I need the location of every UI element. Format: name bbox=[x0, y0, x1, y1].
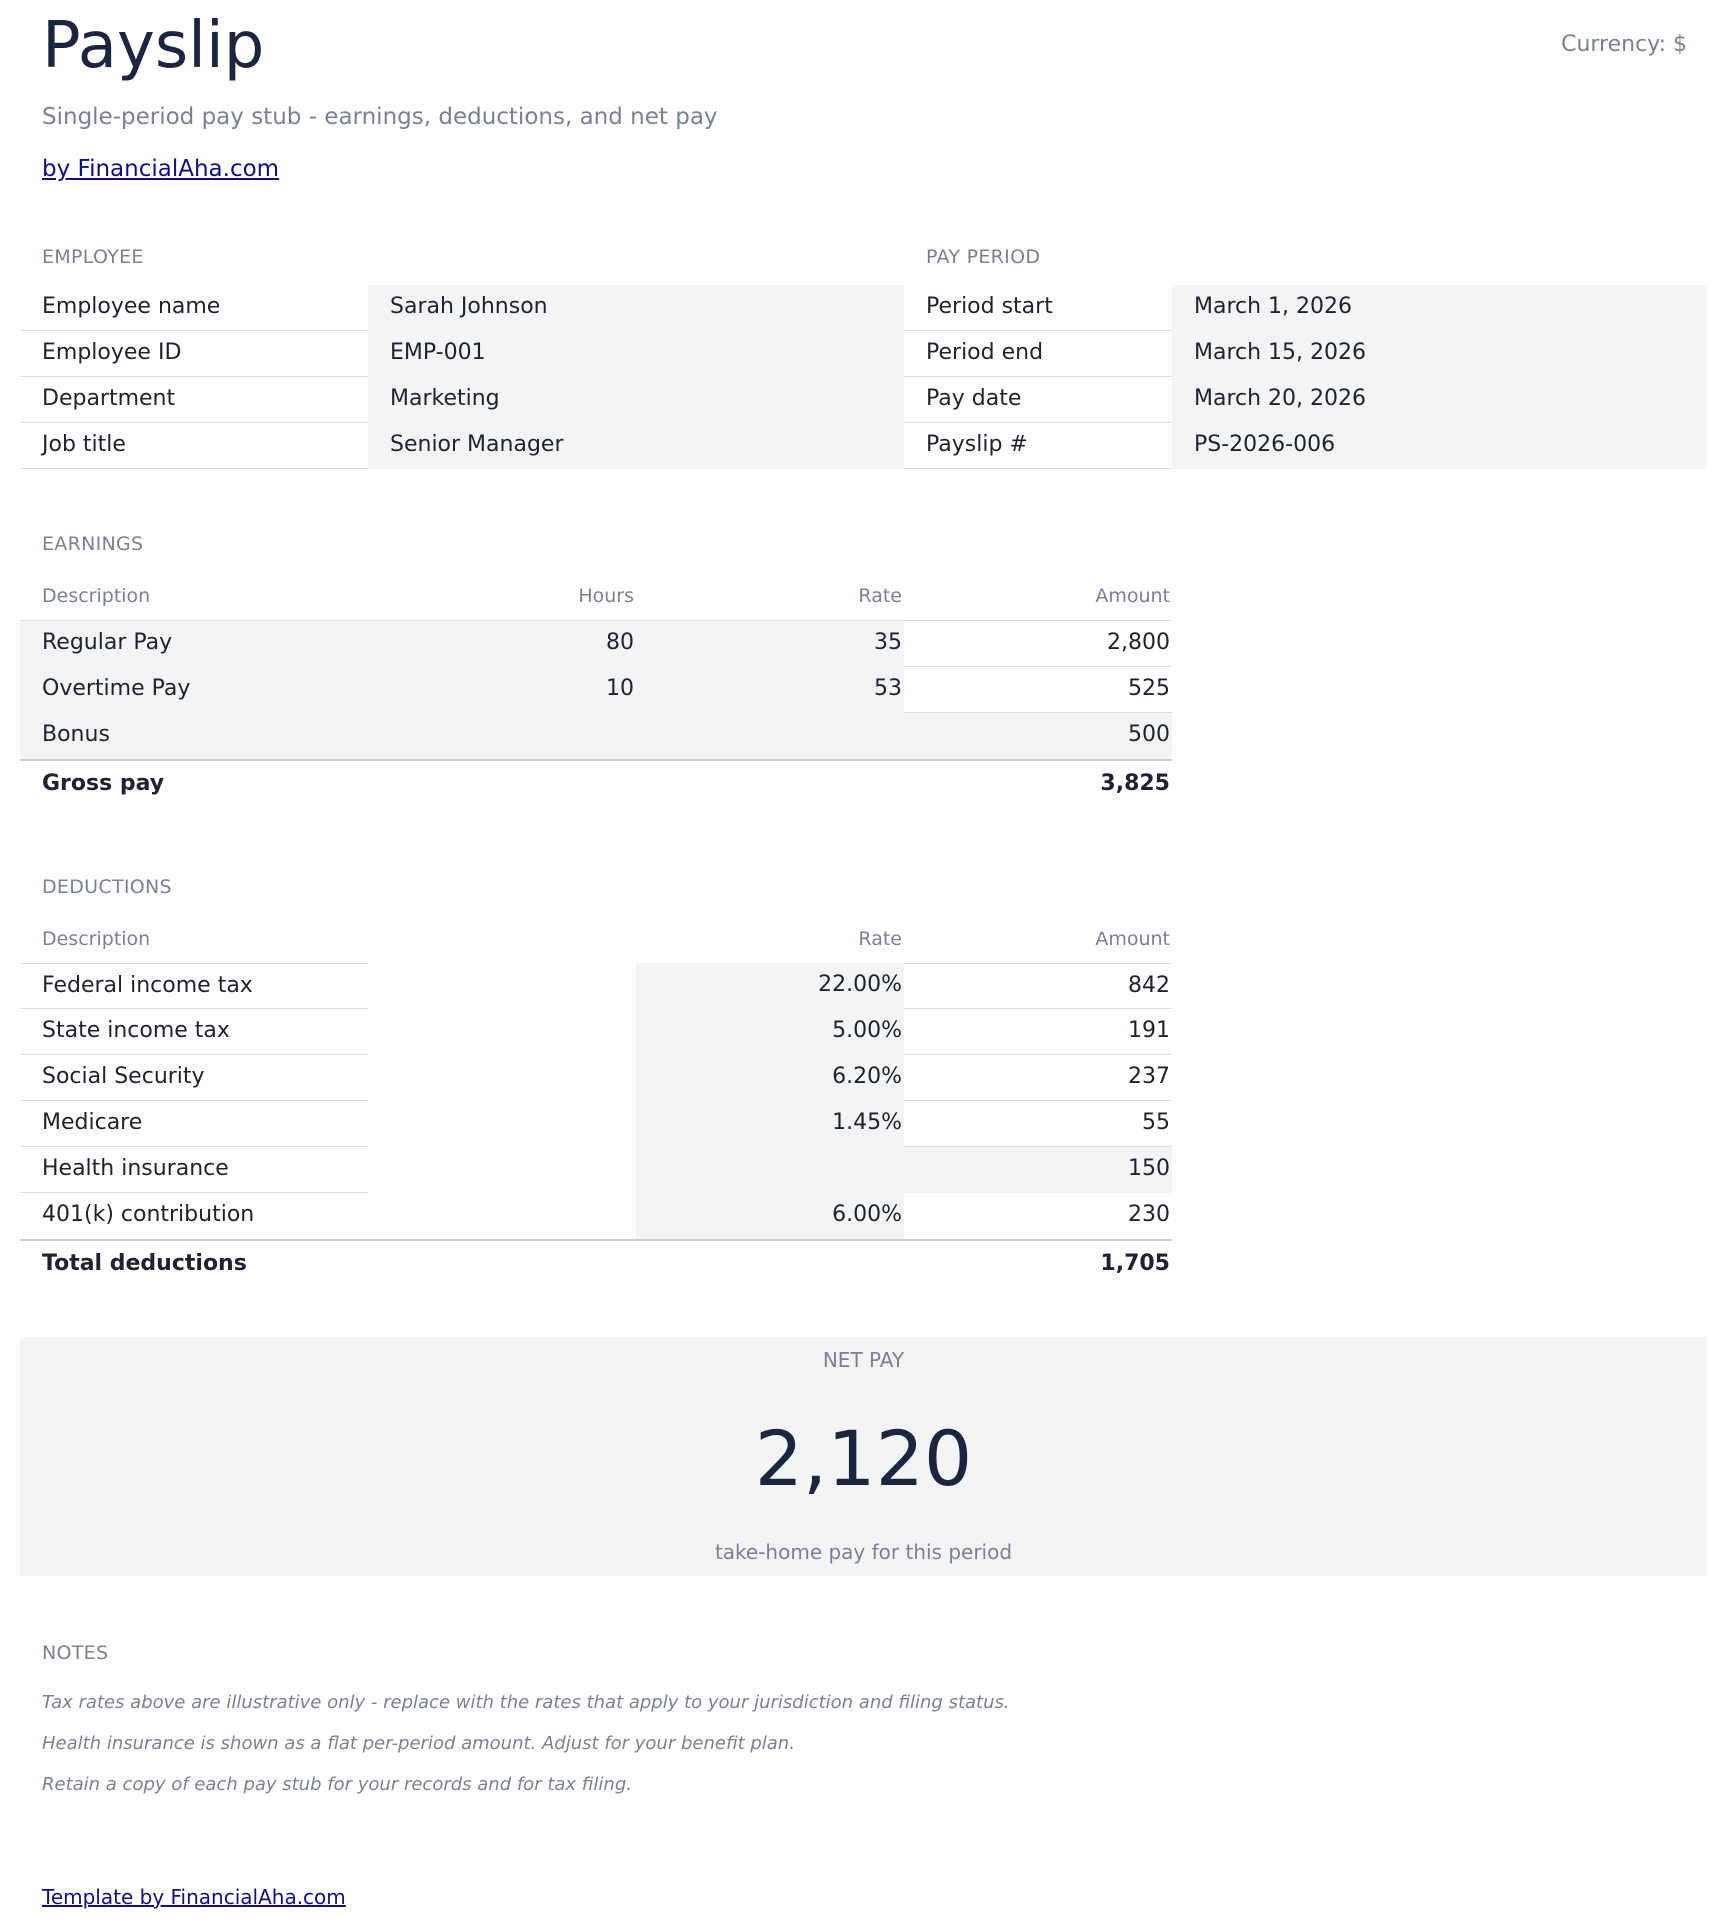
footer-template-link[interactable]: Template by FinancialAha.com bbox=[42, 1885, 346, 1909]
deductions-row-description: Health insurance bbox=[20, 1147, 368, 1193]
employee-row: Employee ID EMP-001 bbox=[20, 331, 904, 377]
total-deductions-label: Total deductions bbox=[42, 1251, 247, 1276]
deductions-header-amount: Amount bbox=[1095, 928, 1170, 950]
earnings-section-label: EARNINGS bbox=[42, 533, 144, 555]
deductions-row-amount: 55 bbox=[904, 1101, 1172, 1147]
deductions-row-rate[interactable]: 1.45% bbox=[636, 1101, 904, 1147]
pay-period-row-value[interactable]: March 20, 2026 bbox=[1172, 377, 1707, 423]
earnings-total-divider bbox=[20, 759, 1172, 761]
deductions-row-description: Social Security bbox=[20, 1055, 368, 1101]
employee-row-value[interactable]: Senior Manager bbox=[368, 423, 904, 469]
net-pay-value: 2,120 bbox=[754, 1414, 973, 1503]
deductions-row-rate[interactable]: 6.20% bbox=[636, 1055, 904, 1101]
pay-period-row-value[interactable]: March 15, 2026 bbox=[1172, 331, 1707, 377]
earnings-row-description[interactable]: Regular Pay bbox=[42, 621, 172, 667]
deductions-row-amount: 842 bbox=[904, 963, 1172, 1009]
currency-label: Currency: $ bbox=[1561, 32, 1687, 57]
deductions-header-description: Description bbox=[42, 928, 151, 950]
earnings-row-amount: 525 bbox=[904, 667, 1172, 713]
employee-row: Employee name Sarah Johnson bbox=[20, 285, 904, 331]
deductions-row-amount: 237 bbox=[904, 1055, 1172, 1101]
note-item: Tax rates above are illustrative only - … bbox=[42, 1692, 1010, 1713]
earnings-row-amount: 2,800 bbox=[904, 621, 1172, 667]
earnings-header-description: Description bbox=[42, 585, 151, 607]
deductions-row-rate[interactable]: 22.00% bbox=[636, 963, 904, 1009]
deductions-row-description: Medicare bbox=[20, 1101, 368, 1147]
page-title: Payslip bbox=[42, 9, 265, 83]
pay-period-row-value[interactable]: March 1, 2026 bbox=[1172, 285, 1707, 331]
deductions-row-rate[interactable] bbox=[636, 1147, 904, 1193]
net-pay-caption: take-home pay for this period bbox=[714, 1540, 1013, 1564]
earnings-row-hours[interactable] bbox=[368, 713, 634, 759]
earnings-row-description[interactable]: Overtime Pay bbox=[42, 667, 190, 713]
deductions-row-rate[interactable]: 6.00% bbox=[636, 1193, 904, 1239]
pay-period-row-key: Period end bbox=[904, 331, 1172, 377]
earnings-row-hours[interactable]: 80 bbox=[368, 621, 634, 667]
total-deductions-value: 1,705 bbox=[1100, 1251, 1170, 1276]
pay-period-row-key: Payslip # bbox=[904, 423, 1172, 469]
employee-row-value[interactable]: EMP-001 bbox=[368, 331, 904, 377]
pay-period-row-value[interactable]: PS-2026-006 bbox=[1172, 423, 1707, 469]
deductions-total-divider bbox=[20, 1239, 1172, 1241]
gross-pay-label: Gross pay bbox=[42, 771, 165, 796]
employee-row-key: Employee ID bbox=[20, 331, 368, 377]
deductions-row-description: State income tax bbox=[20, 1009, 368, 1055]
earnings-row-hours[interactable]: 10 bbox=[368, 667, 634, 713]
deductions-row-amount: 191 bbox=[904, 1009, 1172, 1055]
pay-period-row: Payslip # PS-2026-006 bbox=[904, 423, 1707, 469]
employee-row-key: Department bbox=[20, 377, 368, 423]
pay-period-section-label: PAY PERIOD bbox=[926, 246, 1041, 268]
notes-section-label: NOTES bbox=[42, 1642, 109, 1664]
net-pay-label: NET PAY bbox=[822, 1348, 905, 1372]
page-subtitle: Single-period pay stub - earnings, deduc… bbox=[42, 104, 718, 130]
employee-row-key: Employee name bbox=[20, 285, 368, 331]
earnings-row-rate[interactable]: 53 bbox=[636, 667, 902, 713]
pay-period-row: Period start March 1, 2026 bbox=[904, 285, 1707, 331]
deductions-section-label: DEDUCTIONS bbox=[42, 876, 172, 898]
gross-pay-value: 3,825 bbox=[1100, 771, 1170, 796]
earnings-row-description[interactable]: Bonus bbox=[42, 713, 110, 759]
deductions-row-rate[interactable]: 5.00% bbox=[636, 1009, 904, 1055]
deductions-row-amount: 230 bbox=[1128, 1202, 1170, 1227]
pay-period-row-key: Pay date bbox=[904, 377, 1172, 423]
employee-row-key: Job title bbox=[20, 423, 368, 469]
note-item: Health insurance is shown as a flat per-… bbox=[42, 1733, 795, 1754]
note-item: Retain a copy of each pay stub for your … bbox=[42, 1774, 632, 1795]
earnings-row-rate[interactable] bbox=[636, 713, 902, 759]
deductions-row-description: 401(k) contribution bbox=[42, 1202, 255, 1227]
pay-period-row-key: Period start bbox=[904, 285, 1172, 331]
earnings-header-amount: Amount bbox=[1095, 585, 1170, 607]
employee-row-value[interactable]: Marketing bbox=[368, 377, 904, 423]
deductions-row-description: Federal income tax bbox=[20, 963, 368, 1009]
employee-row: Job title Senior Manager bbox=[20, 423, 904, 469]
earnings-row-amount[interactable]: 500 bbox=[904, 713, 1172, 759]
byline-link[interactable]: by FinancialAha.com bbox=[42, 156, 279, 182]
deductions-header-rate: Rate bbox=[858, 928, 902, 950]
pay-period-row: Period end March 15, 2026 bbox=[904, 331, 1707, 377]
employee-row-value[interactable]: Sarah Johnson bbox=[368, 285, 904, 331]
employee-section-label: EMPLOYEE bbox=[42, 246, 144, 268]
earnings-header-hours: Hours bbox=[578, 585, 634, 607]
employee-row: Department Marketing bbox=[20, 377, 904, 423]
pay-period-row: Pay date March 20, 2026 bbox=[904, 377, 1707, 423]
deductions-row-amount[interactable]: 150 bbox=[904, 1147, 1172, 1193]
earnings-header-rate: Rate bbox=[858, 585, 902, 607]
earnings-row-rate[interactable]: 35 bbox=[636, 621, 902, 667]
